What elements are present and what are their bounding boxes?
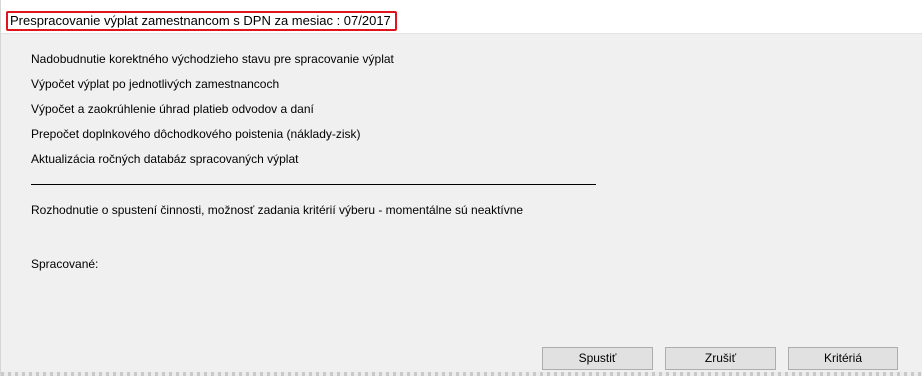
separator-line bbox=[31, 184, 596, 185]
dialog-title: Prespracovanie výplat zamestnancom s DPN… bbox=[10, 13, 391, 28]
decision-text: Rozhodnutie o spustení činnosti, možnosť… bbox=[31, 203, 524, 217]
dialog-title-bar: Prespracovanie výplat zamestnancom s DPN… bbox=[1, 0, 922, 34]
step-pension-recalculation: Prepočet doplnkového dôchodkového poiste… bbox=[31, 127, 361, 141]
cancel-button[interactable]: Zrušiť bbox=[665, 347, 776, 370]
status-strip bbox=[1, 372, 922, 376]
processing-dialog: Prespracovanie výplat zamestnancom s DPN… bbox=[0, 0, 922, 376]
step-initial-state: Nadobudnutie korektného východzieho stav… bbox=[31, 52, 394, 66]
start-button[interactable]: Spustiť bbox=[542, 347, 653, 370]
criteria-button[interactable]: Kritériá bbox=[788, 347, 898, 370]
title-highlight-frame: Prespracovanie výplat zamestnancom s DPN… bbox=[6, 11, 397, 31]
step-database-update: Aktualizácia ročných databáz spracovanýc… bbox=[31, 152, 299, 166]
step-levies-rounding: Výpočet a zaokrúhlenie úhrad platieb odv… bbox=[31, 102, 314, 116]
step-payroll-calculation: Výpočet výplat po jednotlivých zamestnan… bbox=[31, 77, 280, 91]
processed-label: Spracované: bbox=[31, 257, 99, 271]
